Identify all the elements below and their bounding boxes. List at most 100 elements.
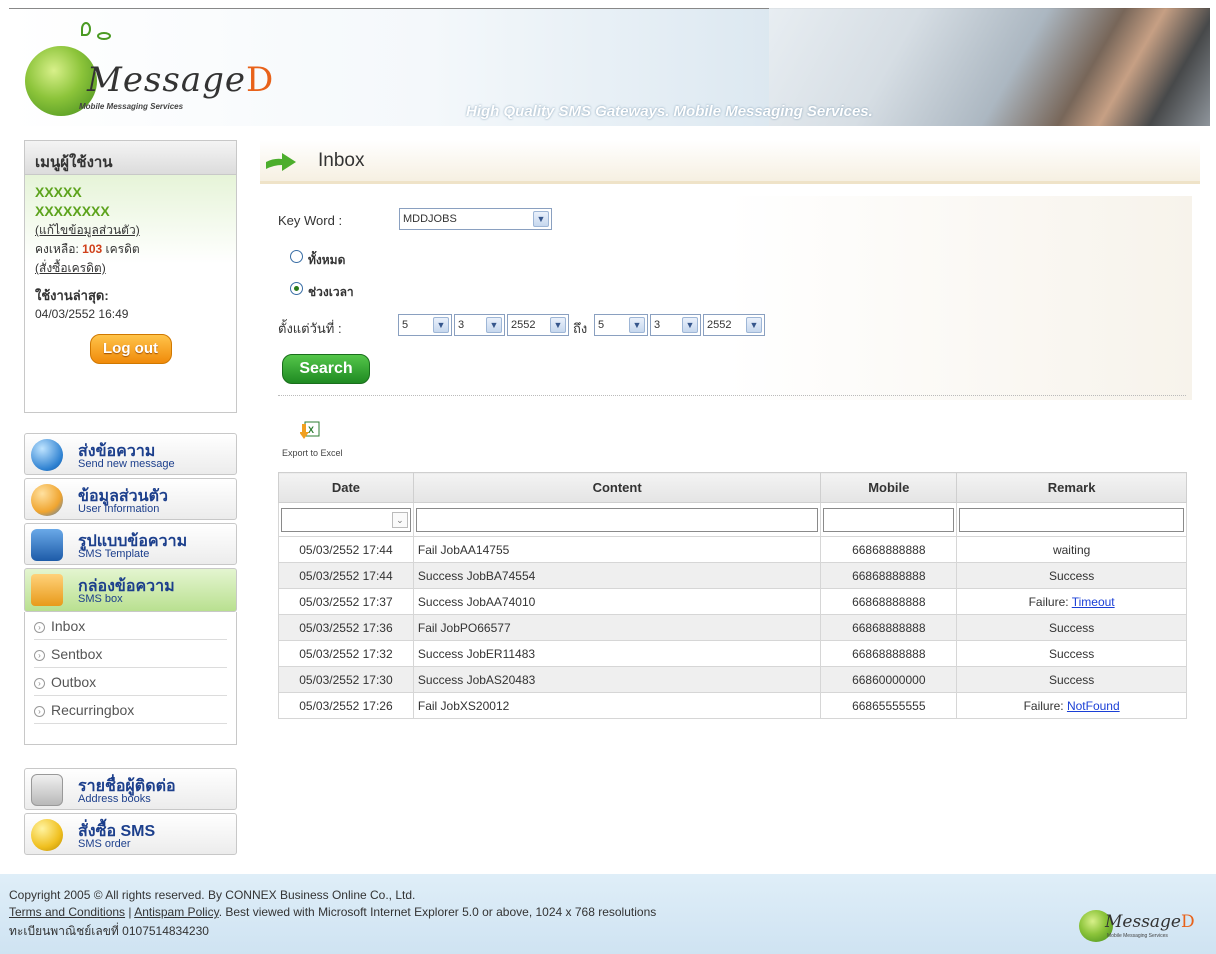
user-panel-title: เมนูผู้ใช้งาน <box>25 141 236 175</box>
remark-text: Success <box>1048 568 1095 583</box>
arrow-circle-icon: › <box>34 650 45 661</box>
cell-remark: Success <box>956 614 1187 641</box>
cell-remark: Success <box>956 666 1187 693</box>
logo-wordmark: MessageD <box>87 60 275 100</box>
cell-content: Fail JobAA14755 <box>412 536 822 563</box>
cell-content: Success JobER11483 <box>412 640 822 667</box>
cell-mobile: 66868888888 <box>820 640 958 667</box>
mobile-filter-input[interactable] <box>823 507 955 532</box>
last-used-value: 04/03/2552 16:49 <box>35 307 129 321</box>
arrow-circle-icon: › <box>34 678 45 689</box>
last-used-label: ใช้งานล่าสุด: <box>35 288 109 303</box>
nav-address-book[interactable]: รายชื่อผู้ติดต่อ Address books <box>24 768 237 810</box>
cell-content: Fail JobPO66577 <box>412 614 822 641</box>
cell-mobile: 66868888888 <box>820 588 958 615</box>
nav-sms-template[interactable]: รูปแบบข้อความ SMS Template <box>24 523 237 565</box>
chevron-down-icon: ▼ <box>486 317 502 333</box>
nav-user-info[interactable]: ข้อมูลส่วนตัว User Information <box>24 478 237 520</box>
antispam-link[interactable]: Antispam Policy <box>134 905 218 919</box>
remark-link[interactable]: Timeout <box>1072 595 1115 609</box>
submenu-recurringbox[interactable]: › Recurringbox <box>34 696 227 724</box>
excel-icon: X <box>300 421 320 439</box>
cell-remark: Success <box>956 562 1187 589</box>
cell-remark: waiting <box>956 536 1187 563</box>
table-row[interactable]: 05/03/2552 17:44 Success JobBA74554 668688… <box>278 562 1187 589</box>
buy-credit-link[interactable]: (สั่งซื้อเครดิต) <box>35 261 106 275</box>
browser-note: . Best viewed with Microsoft Internet Ex… <box>218 905 657 919</box>
logout-button[interactable]: Log out <box>89 334 172 364</box>
chevron-down-icon: ▼ <box>682 317 698 333</box>
terms-link[interactable]: Terms and Conditions <box>9 905 125 919</box>
submenu-inbox[interactable]: › Inbox <box>34 612 227 640</box>
edit-profile-link[interactable]: (แก้ไขข้อมูลส่วนตัว) <box>35 223 140 237</box>
chat-bubble-icon <box>31 439 63 471</box>
logo-swirl-2 <box>97 32 111 40</box>
chevron-down-icon: ▼ <box>533 211 549 227</box>
username-line-2: XXXXXXXX <box>35 203 110 219</box>
arrow-circle-icon: › <box>34 622 45 633</box>
cell-mobile: 66865555555 <box>820 692 958 719</box>
keyword-select[interactable]: MDDJOBS ▼ <box>399 208 552 230</box>
chevron-down-icon: ⌄ <box>391 511 408 528</box>
from-year-select[interactable]: 2552 ▼ <box>507 314 569 336</box>
arrow-circle-icon: › <box>34 706 45 717</box>
to-year-select[interactable]: 2552 ▼ <box>703 314 765 336</box>
balance-label: คงเหลือ: <box>35 242 79 256</box>
submenu-outbox[interactable]: › Outbox <box>34 668 227 696</box>
nav-sms-order[interactable]: สั่งซื้อ SMS SMS order <box>24 813 237 855</box>
cell-date: 05/03/2552 17:32 <box>278 640 414 667</box>
table-row[interactable]: 05/03/2552 17:44 Fail JobAA14755 668688888… <box>278 536 1187 563</box>
envelope-icon <box>31 574 63 606</box>
cell-content: Success JobBA74554 <box>412 562 822 589</box>
column-header-mobile[interactable]: Mobile <box>820 472 958 503</box>
table-row[interactable]: 05/03/2552 17:37 Success JobAA74010 668688… <box>278 588 1187 615</box>
table-row[interactable]: 05/03/2552 17:32 Success JobER11483 668688… <box>278 640 1187 667</box>
nav-send-message[interactable]: ส่งข้อความ Send new message <box>24 433 237 475</box>
nav-smsbox-sub: SMS box <box>78 593 123 605</box>
to-day-select[interactable]: 5 ▼ <box>594 314 648 336</box>
remark-text: waiting <box>1052 542 1091 557</box>
nav-user-info-sub: User Information <box>78 503 160 515</box>
dollar-coin-icon <box>31 819 63 851</box>
footer-logo-tagline: Mobile Messaging Services <box>1107 933 1168 939</box>
keyword-label: Key Word : <box>278 213 343 228</box>
to-label: ถึง <box>573 321 588 336</box>
cell-remark: Success <box>956 640 1187 667</box>
site-logo[interactable]: MessageD Mobile Messaging Services <box>23 18 273 118</box>
since-label: ตั้งแต่วันที่ : <box>278 321 342 336</box>
nav-sms-box[interactable]: กล่องข้อความ SMS box <box>24 568 237 612</box>
cell-mobile: 66868888888 <box>820 562 958 589</box>
search-form: Key Word : MDDJOBS ▼ ทั้งหมด ช่วงเวลา ตั… <box>262 196 1192 400</box>
chevron-down-icon: ▼ <box>550 317 566 333</box>
radio-all[interactable] <box>290 250 303 263</box>
logo-swirl <box>81 22 91 36</box>
from-day-select[interactable]: 5 ▼ <box>398 314 452 336</box>
radio-period-label: ช่วงเวลา <box>308 285 354 299</box>
export-excel-button[interactable]: X Export to Excel <box>282 420 362 460</box>
remark-link[interactable]: NotFound <box>1067 699 1120 713</box>
svg-text:X: X <box>308 425 314 435</box>
column-header-remark[interactable]: Remark <box>956 472 1187 503</box>
column-header-date[interactable]: Date <box>278 472 414 503</box>
cell-date: 05/03/2552 17:26 <box>278 692 414 719</box>
content-filter-input[interactable] <box>415 507 819 532</box>
address-book-icon <box>31 774 63 806</box>
cell-date: 05/03/2552 17:36 <box>278 614 414 641</box>
column-header-content[interactable]: Content <box>412 472 822 503</box>
submenu-sentbox[interactable]: › Sentbox <box>34 640 227 668</box>
footer: Copyright 2005 © All rights reserved. By… <box>0 874 1216 954</box>
remark-filter-input[interactable] <box>959 507 1184 532</box>
cell-date: 05/03/2552 17:37 <box>278 588 414 615</box>
radio-period[interactable] <box>290 282 303 295</box>
to-month-select[interactable]: 3 ▼ <box>650 314 701 336</box>
nav-address-sub: Address books <box>78 793 151 805</box>
cell-mobile: 66868888888 <box>820 536 958 563</box>
footer-copyright: Copyright 2005 © All rights reserved. By… <box>9 888 416 902</box>
table-row[interactable]: 05/03/2552 17:30 Success JobAS20483 668600… <box>278 666 1187 693</box>
search-button[interactable]: Search <box>282 354 370 384</box>
from-month-select[interactable]: 3 ▼ <box>454 314 505 336</box>
footer-separator: | <box>128 905 132 919</box>
date-filter-input[interactable]: ⌄ <box>281 507 411 532</box>
table-row[interactable]: 05/03/2552 17:26 Fail JobXS20012 668655555… <box>278 692 1187 719</box>
table-row[interactable]: 05/03/2552 17:36 Fail JobPO66577 668688888… <box>278 614 1187 641</box>
